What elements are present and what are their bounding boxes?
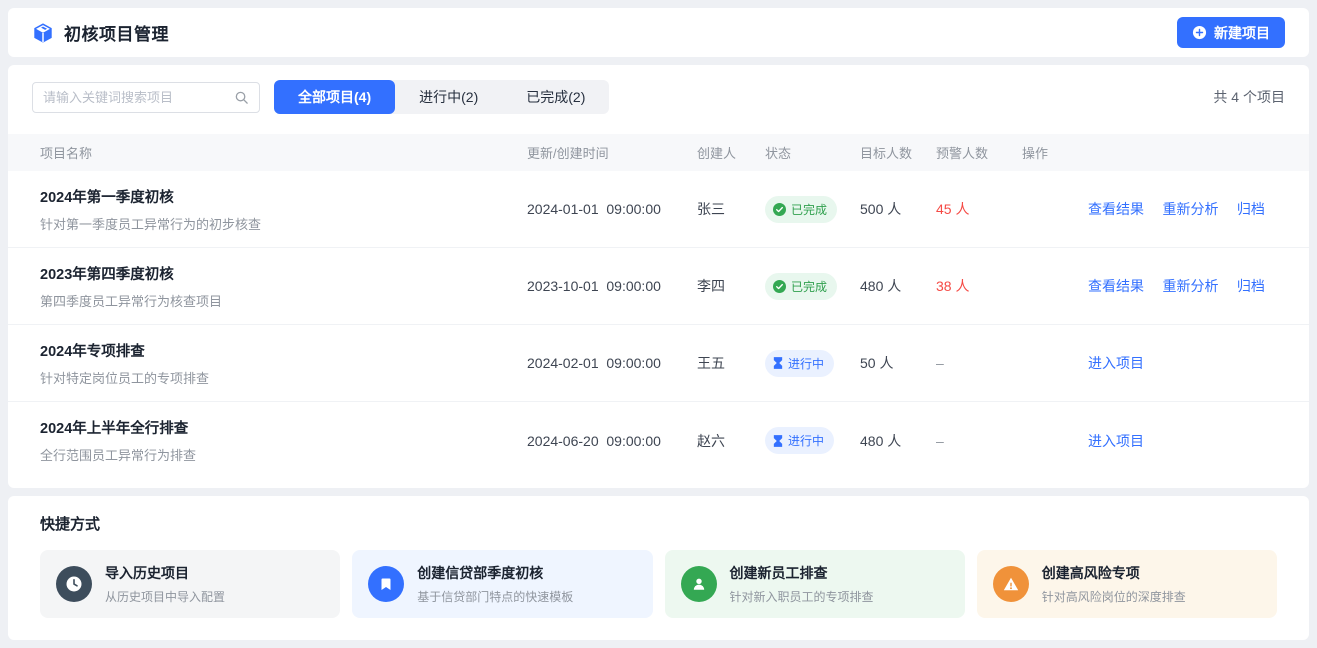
project-desc: 针对特定岗位员工的专项排查 bbox=[40, 368, 527, 387]
projects-panel: 全部项目(4) 进行中(2) 已完成(2) 共 4 个项目 项目名称 更新/创建… bbox=[8, 65, 1309, 488]
view-results-link[interactable]: 查看结果 bbox=[1088, 201, 1144, 217]
warning-count: – bbox=[936, 355, 1022, 371]
shortcut-title: 创建信贷部季度初核 bbox=[417, 563, 573, 583]
bookmark-icon bbox=[368, 566, 404, 602]
status-badge-ongoing: 进行中 bbox=[765, 350, 834, 377]
archive-link[interactable]: 归档 bbox=[1237, 278, 1265, 294]
project-creator: 王五 bbox=[697, 353, 765, 373]
tab-ongoing[interactable]: 进行中(2) bbox=[395, 80, 502, 114]
check-circle-icon bbox=[773, 280, 786, 293]
shortcut-credit-dept-review[interactable]: 创建信贷部季度初核 基于信贷部门特点的快速模板 bbox=[352, 550, 652, 618]
search-icon bbox=[234, 90, 249, 105]
col-target-count: 目标人数 bbox=[860, 143, 936, 162]
warning-count: – bbox=[936, 433, 1022, 449]
warning-count: 45 人 bbox=[936, 199, 1022, 219]
page: 初核项目管理 新建项目 bbox=[0, 0, 1317, 648]
project-name: 2024年上半年全行排查 bbox=[40, 417, 527, 438]
hourglass-icon bbox=[773, 435, 783, 447]
project-name: 2023年第四季度初核 bbox=[40, 263, 527, 284]
shortcut-desc: 针对新入职员工的专项排查 bbox=[730, 588, 874, 605]
app-header: 初核项目管理 新建项目 bbox=[8, 8, 1309, 57]
view-results-link[interactable]: 查看结果 bbox=[1088, 278, 1144, 294]
project-name: 2024年第一季度初核 bbox=[40, 186, 527, 207]
shortcut-high-risk-special[interactable]: 创建高风险专项 针对高风险岗位的深度排查 bbox=[977, 550, 1277, 618]
shortcut-desc: 基于信贷部门特点的快速模板 bbox=[417, 588, 573, 605]
project-time: 2024-01-01 09:00:00 bbox=[527, 201, 697, 217]
project-creator: 张三 bbox=[697, 199, 765, 219]
col-status: 状态 bbox=[765, 143, 860, 162]
col-actions: 操作 bbox=[1022, 143, 1277, 162]
col-update-time: 更新/创建时间 bbox=[527, 143, 697, 162]
table-row: 2023年第四季度初核 第四季度员工异常行为核查项目 2023-10-01 09… bbox=[8, 248, 1309, 325]
search-box[interactable] bbox=[32, 82, 260, 113]
col-project-name: 项目名称 bbox=[40, 143, 527, 162]
new-project-button[interactable]: 新建项目 bbox=[1177, 17, 1285, 48]
project-name: 2024年专项排查 bbox=[40, 340, 527, 361]
shortcuts-title: 快捷方式 bbox=[40, 513, 1277, 534]
table-row: 2024年第一季度初核 针对第一季度员工异常行为的初步核查 2024-01-01… bbox=[8, 171, 1309, 248]
enter-project-link[interactable]: 进入项目 bbox=[1088, 355, 1144, 371]
project-creator: 李四 bbox=[697, 276, 765, 296]
project-creator: 赵六 bbox=[697, 431, 765, 451]
archive-link[interactable]: 归档 bbox=[1237, 201, 1265, 217]
status-badge-completed: 已完成 bbox=[765, 196, 837, 223]
target-count: 50 人 bbox=[860, 353, 936, 373]
shortcuts-panel: 快捷方式 导入历史项目 从历史项目中导入配置 bbox=[8, 496, 1309, 640]
shortcut-new-employee-check[interactable]: 创建新员工排查 针对新入职员工的专项排查 bbox=[665, 550, 965, 618]
shortcuts-grid: 导入历史项目 从历史项目中导入配置 创建信贷部季度初核 基于信贷部门特点的快速模… bbox=[40, 550, 1277, 618]
shortcut-desc: 从历史项目中导入配置 bbox=[105, 588, 225, 605]
reanalyze-link[interactable]: 重新分析 bbox=[1162, 201, 1218, 217]
shortcut-title: 创建新员工排查 bbox=[730, 563, 874, 583]
project-desc: 针对第一季度员工异常行为的初步核查 bbox=[40, 214, 527, 233]
tab-completed[interactable]: 已完成(2) bbox=[502, 80, 609, 114]
shortcut-title: 导入历史项目 bbox=[105, 563, 225, 583]
page-title: 初核项目管理 bbox=[64, 20, 169, 45]
project-filter-tabs: 全部项目(4) 进行中(2) 已完成(2) bbox=[274, 80, 609, 114]
target-count: 480 人 bbox=[860, 276, 936, 296]
table-row: 2024年专项排查 针对特定岗位员工的专项排查 2024-02-01 09:00… bbox=[8, 325, 1309, 402]
user-icon bbox=[681, 566, 717, 602]
new-project-label: 新建项目 bbox=[1214, 23, 1270, 43]
check-circle-icon bbox=[773, 203, 786, 216]
table-header: 项目名称 更新/创建时间 创建人 状态 目标人数 预警人数 操作 bbox=[8, 134, 1309, 171]
total-count-text: 共 4 个项目 bbox=[1213, 87, 1285, 107]
shortcut-import-history[interactable]: 导入历史项目 从历史项目中导入配置 bbox=[40, 550, 340, 618]
toolbar: 全部项目(4) 进行中(2) 已完成(2) 共 4 个项目 bbox=[8, 65, 1309, 134]
status-badge-ongoing: 进行中 bbox=[765, 427, 834, 454]
project-desc: 全行范围员工异常行为排查 bbox=[40, 445, 527, 464]
plus-circle-icon bbox=[1192, 25, 1207, 40]
warning-count: 38 人 bbox=[936, 276, 1022, 296]
project-time: 2023-10-01 09:00:00 bbox=[527, 278, 697, 294]
warning-icon bbox=[993, 566, 1029, 602]
target-count: 500 人 bbox=[860, 199, 936, 219]
col-creator: 创建人 bbox=[697, 143, 765, 162]
shortcut-desc: 针对高风险岗位的深度排查 bbox=[1042, 588, 1186, 605]
clock-icon bbox=[56, 566, 92, 602]
status-badge-completed: 已完成 bbox=[765, 273, 837, 300]
tab-all-projects[interactable]: 全部项目(4) bbox=[274, 80, 395, 114]
project-time: 2024-06-20 09:00:00 bbox=[527, 433, 697, 449]
project-time: 2024-02-01 09:00:00 bbox=[527, 355, 697, 371]
cube-icon bbox=[32, 22, 54, 44]
hourglass-icon bbox=[773, 357, 783, 369]
search-input[interactable] bbox=[43, 90, 234, 105]
target-count: 480 人 bbox=[860, 431, 936, 451]
enter-project-link[interactable]: 进入项目 bbox=[1088, 433, 1144, 449]
table-row: 2024年上半年全行排查 全行范围员工异常行为排查 2024-06-20 09:… bbox=[8, 402, 1309, 479]
col-warning-count: 预警人数 bbox=[936, 143, 1022, 162]
project-desc: 第四季度员工异常行为核查项目 bbox=[40, 291, 527, 310]
reanalyze-link[interactable]: 重新分析 bbox=[1162, 278, 1218, 294]
shortcut-title: 创建高风险专项 bbox=[1042, 563, 1186, 583]
